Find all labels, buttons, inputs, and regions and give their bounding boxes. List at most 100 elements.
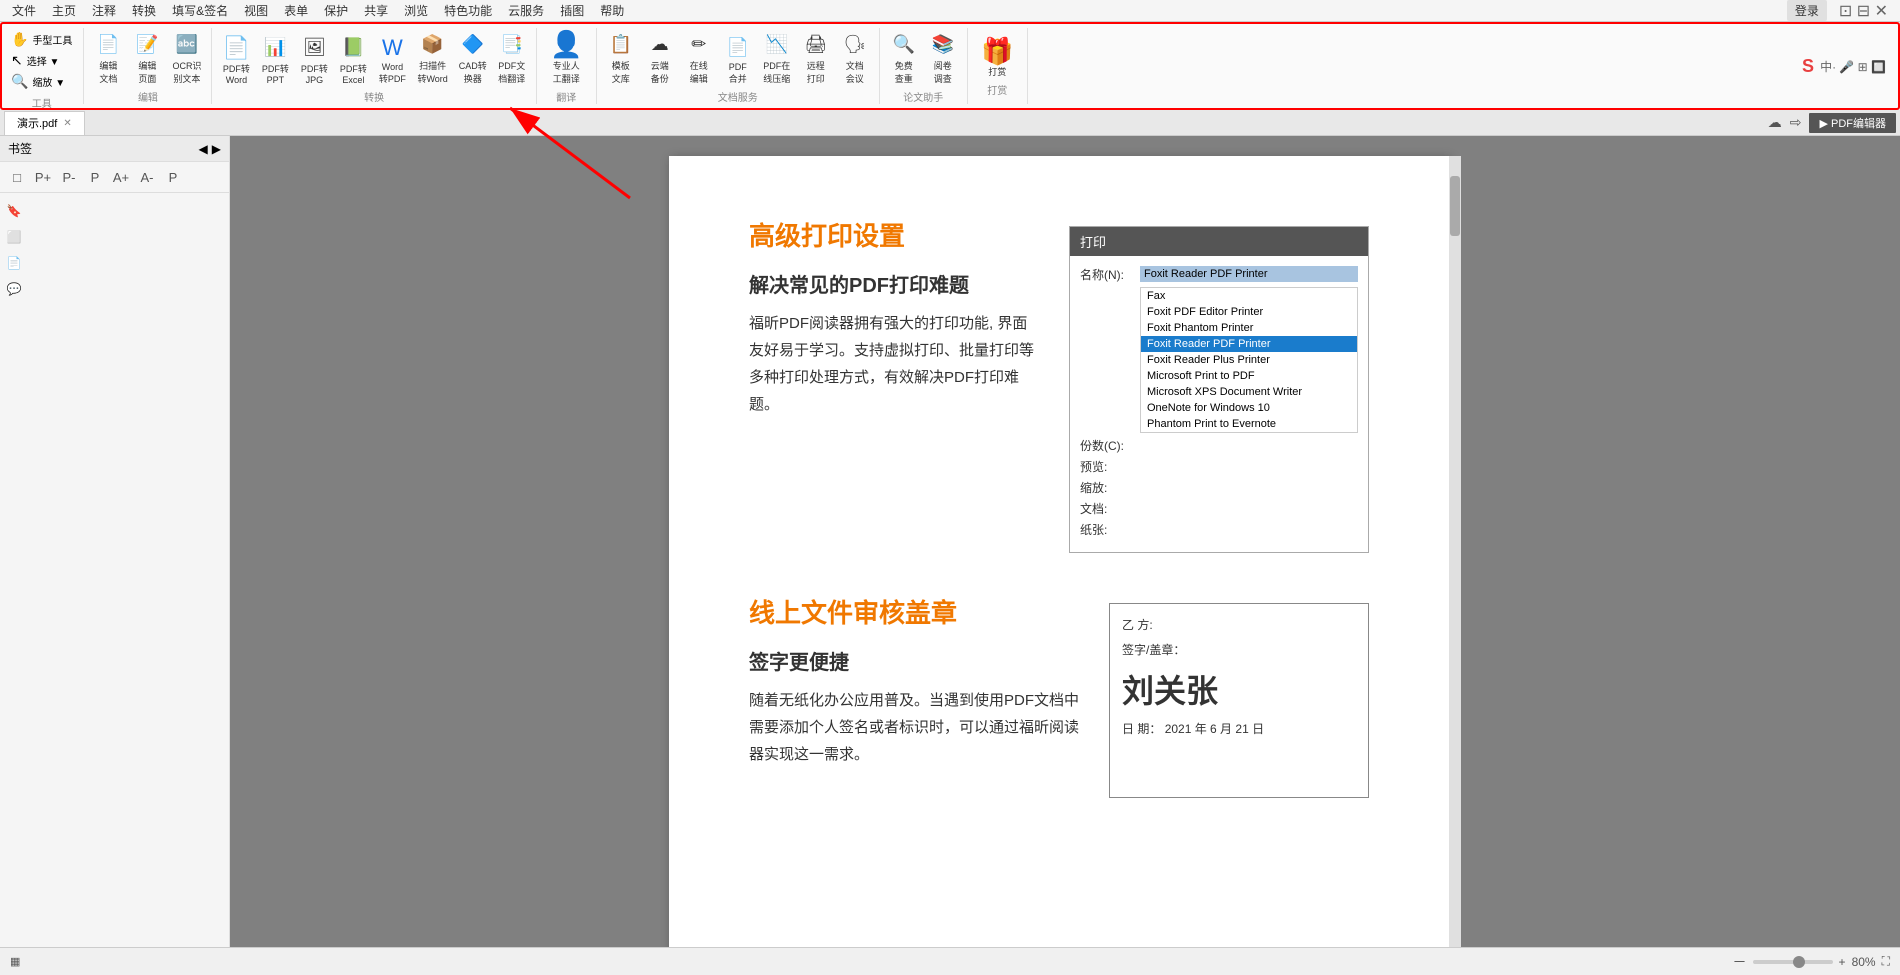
status-bar: ▦ － + 80% ⛶ (0, 947, 1900, 975)
printer-foxit-editor[interactable]: Foxit PDF Editor Printer (1141, 304, 1357, 320)
word-to-pdf-btn[interactable]: W Word转PDF (374, 32, 410, 87)
pdf-to-excel-btn[interactable]: 📗 PDF转Excel (335, 32, 371, 87)
pdf-to-word-btn[interactable]: 📄 PDF转Word (218, 32, 254, 87)
bookmark-icon[interactable]: 🔖 (4, 201, 24, 221)
cloud-sync-icon[interactable]: ☁ (1768, 114, 1782, 131)
menu-cloud[interactable]: 云服务 (500, 0, 552, 21)
print-name-value: Foxit Reader PDF Printer (1140, 266, 1358, 282)
sidebar-tool-2[interactable]: P+ (32, 166, 54, 188)
tab-close-btn[interactable]: ✕ (63, 118, 71, 129)
sidebar-tool-5[interactable]: A+ (110, 166, 132, 188)
human-translate-btn[interactable]: 👤 专业人工翻译 (548, 29, 584, 87)
reward-btn[interactable]: 🎁 打赏 (979, 35, 1015, 80)
scroll-thumb[interactable] (1450, 176, 1460, 236)
fullscreen-btn[interactable]: ⛶ (1882, 954, 1890, 969)
template-lib-btn[interactable]: 📋 模板文库 (603, 29, 639, 87)
menu-browse[interactable]: 浏览 (396, 0, 436, 21)
signature-box: 乙 方: 签字/盖章： 刘关张 日 期： 2021 年 6 月 21 日 (1109, 603, 1369, 798)
select-tool-btn[interactable]: ↖ 选择 ▼ (8, 51, 75, 70)
free-check-btn[interactable]: 🔍 免费查重 (886, 29, 922, 87)
printer-foxit-phantom[interactable]: Foxit Phantom Printer (1141, 320, 1357, 336)
zoom-slider[interactable] (1753, 960, 1833, 964)
menu-annotation[interactable]: 注释 (84, 0, 124, 21)
print-name-row: 名称(N): Foxit Reader PDF Printer (1080, 266, 1358, 283)
menu-plugin[interactable]: 插图 (552, 0, 592, 21)
survey-btn[interactable]: 📚 阅卷调查 (925, 29, 961, 87)
printer-foxit-plus[interactable]: Foxit Reader Plus Printer (1141, 352, 1357, 368)
sidebar-tool-3[interactable]: P- (58, 166, 80, 188)
edit-doc-icon: 📄 (94, 31, 122, 59)
sig-sign-label: 签字/盖章： (1122, 641, 1356, 658)
login-btn[interactable]: 登录 (1787, 0, 1827, 21)
layers-icon[interactable]: ⬜ (4, 227, 24, 247)
remote-print-btn[interactable]: 🖨 远程打印 (798, 29, 834, 87)
cad-converter-btn[interactable]: 🔷 CAD转换器 (455, 29, 491, 87)
online-edit-btn[interactable]: ✏ 在线编辑 (681, 29, 717, 87)
section2-text: 线上文件审核盖章 签字更便捷 随着无纸化办公应用普及。当遇到使用PDF文档中需要… (749, 593, 1079, 798)
menu-help[interactable]: 帮助 (592, 0, 632, 21)
printer-ms-pdf[interactable]: Microsoft Print to PDF (1141, 368, 1357, 384)
reward-group-label: 打赏 (987, 82, 1007, 97)
menu-sign[interactable]: 填写&签名 (164, 0, 236, 21)
section1-text: 高级打印设置 解决常见的PDF打印难题 福昕PDF阅读器拥有强大的打印功能, 界… (749, 216, 1039, 553)
menu-view[interactable]: 视图 (236, 0, 276, 21)
sig-name: 刘关张 (1122, 666, 1356, 712)
sidebar-nav-left[interactable]: ◀ (199, 142, 208, 156)
edit-page-icon: 📝 (133, 31, 161, 59)
edit-page-btn[interactable]: 📝 编辑页面 (129, 29, 165, 87)
pdf-tab[interactable]: 演示.pdf ✕ (4, 111, 85, 135)
word-pdf-icon: W (378, 34, 406, 62)
menu-share[interactable]: 共享 (356, 0, 396, 21)
pdf-editor-button[interactable]: ▶ PDF编辑器 (1809, 113, 1896, 133)
compress-icon: 📉 (763, 31, 791, 59)
sidebar-tool-7[interactable]: P (162, 166, 184, 188)
reward-group: 🎁 打赏 打赏 (968, 28, 1028, 104)
menu-file[interactable]: 文件 (4, 0, 44, 21)
paper-assistant-group: 🔍 免费查重 📚 阅卷调查 论文助手 (880, 28, 968, 104)
scan-to-word-btn[interactable]: 📦 扫描件转Word (413, 29, 451, 87)
print-zoom-label: 缩放: (1080, 479, 1140, 496)
pdf-to-ppt-btn[interactable]: 📊 PDF转PPT (257, 32, 293, 87)
convert-group-label: 转换 (364, 89, 384, 104)
pdf-word-icon: 📄 (222, 34, 250, 62)
scrollbar[interactable] (1449, 156, 1461, 955)
sidebar: 书签 ◀ ▶ □ P+ P- P A+ A- P 🔖 ⬜ 📄 💬 (0, 136, 230, 975)
pdf-to-jpg-btn[interactable]: 🖼 PDF转JPG (296, 32, 332, 87)
ocr-btn[interactable]: 🔤 OCR识别文本 (168, 29, 205, 87)
zoom-tool-btn[interactable]: 🔍 缩放 ▼ (8, 72, 75, 91)
page-thumb-icon[interactable]: 📄 (4, 253, 24, 273)
comment-icon[interactable]: 💬 (4, 279, 24, 299)
printer-ms-xps[interactable]: Microsoft XPS Document Writer (1141, 384, 1357, 400)
printer-phantom-evernote[interactable]: Phantom Print to Evernote (1141, 416, 1357, 432)
hand-tool-btn[interactable]: ✋ 手型工具 (8, 30, 75, 49)
doc-service-group: 📋 模板文库 ☁ 云端备份 ✏ 在线编辑 📄 PDF合并 📉 PDF在 (597, 28, 880, 104)
cloud-backup-btn[interactable]: ☁ 云端备份 (642, 29, 678, 87)
printer-onenote[interactable]: OneNote for Windows 10 (1141, 400, 1357, 416)
menu-form[interactable]: 表单 (276, 0, 316, 21)
menu-protect[interactable]: 保护 (316, 0, 356, 21)
doc-meeting-btn[interactable]: 🗣 文档会议 (837, 29, 873, 87)
printer-fax[interactable]: Fax (1141, 288, 1357, 304)
sig-date-value: 2021 年 6 月 21 日 (1165, 722, 1264, 736)
menu-home[interactable]: 主页 (44, 0, 84, 21)
online-edit-icon: ✏ (685, 31, 713, 59)
sidebar-tool-6[interactable]: A- (136, 166, 158, 188)
arrow-right-icon[interactable]: ⇨ (1790, 114, 1802, 131)
menu-special[interactable]: 特色功能 (436, 0, 500, 21)
pdf-merge-btn[interactable]: 📄 PDF合并 (720, 32, 756, 87)
sidebar-tool-1[interactable]: □ (6, 166, 28, 188)
menu-convert[interactable]: 转换 (124, 0, 164, 21)
merge-icon: 📄 (724, 34, 752, 62)
zoom-plus-btn[interactable]: + (1839, 955, 1846, 969)
sidebar-nav-right[interactable]: ▶ (212, 142, 221, 156)
pdf-compress-btn[interactable]: 📉 PDF在线压缩 (759, 29, 795, 87)
zoom-minus-btn[interactable]: － (1733, 952, 1747, 972)
print-zoom-row: 缩放: (1080, 479, 1358, 496)
sidebar-tool-4[interactable]: P (84, 166, 106, 188)
print-preview-label: 预览: (1080, 458, 1140, 475)
printer-foxit-reader[interactable]: Foxit Reader PDF Printer (1141, 336, 1357, 352)
pdf-translate-btn[interactable]: 📑 PDF文档翻译 (494, 29, 530, 87)
edit-doc-btn[interactable]: 📄 编辑文档 (90, 29, 126, 87)
ocr-icon: 🔤 (173, 31, 201, 59)
menu-bar: 文件 主页 注释 转换 填写&签名 视图 表单 保护 共享 浏览 特色功能 云服… (0, 0, 1900, 22)
